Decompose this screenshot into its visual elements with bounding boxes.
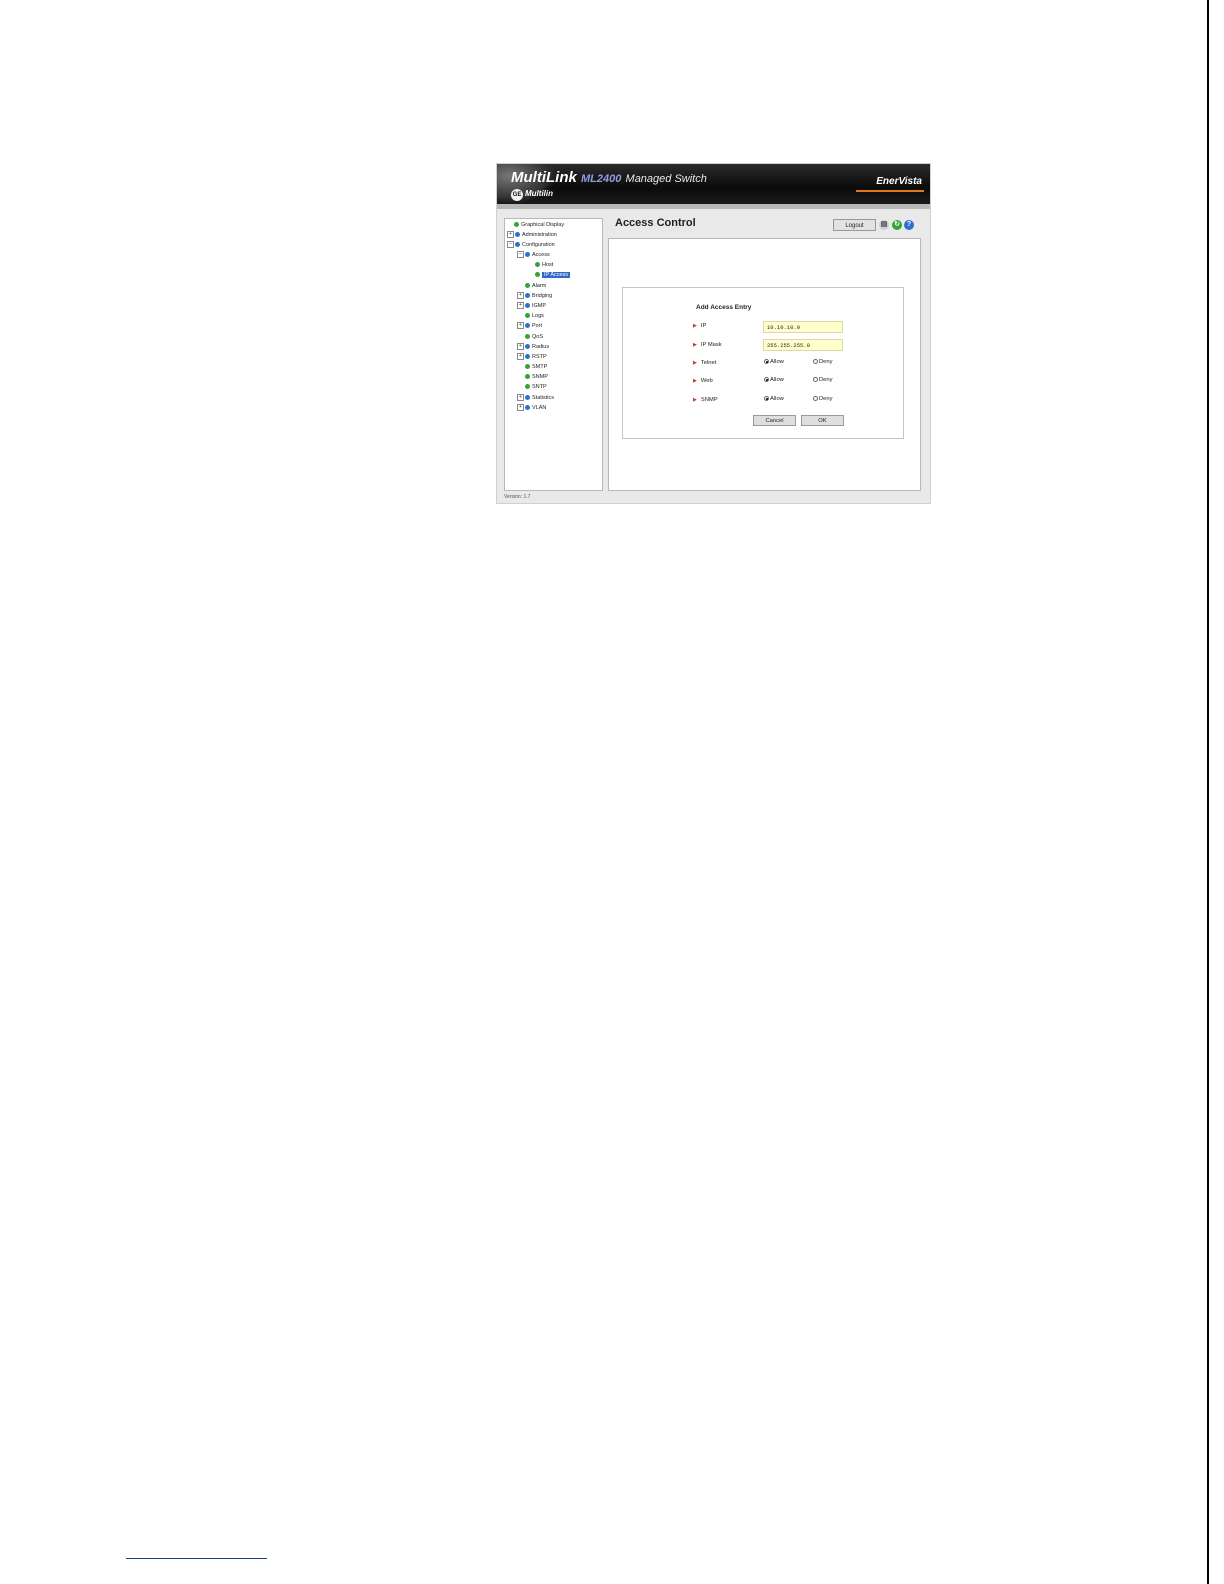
collapse-icon[interactable]: − xyxy=(507,241,514,249)
sidebar-item-host[interactable]: Host xyxy=(535,261,553,270)
sidebar-tree: Graphical Display + Administration − Confi… xyxy=(504,218,603,491)
product-name: Managed Switch xyxy=(625,173,707,185)
leaf-icon xyxy=(514,222,519,228)
product-title: MultiLink ML2400 Managed Switch xyxy=(511,169,707,186)
expand-icon[interactable]: + xyxy=(517,394,524,402)
model-name: ML2400 xyxy=(581,173,622,185)
leaf-icon xyxy=(525,374,530,380)
brand-name: MultiLink xyxy=(511,169,577,186)
sidebar-item-logs[interactable]: Logs xyxy=(525,312,544,321)
print-icon[interactable]: ▤ xyxy=(879,220,889,230)
folder-icon xyxy=(525,252,530,258)
sidebar-item-snmp[interactable]: SNMP xyxy=(525,373,548,382)
expand-icon[interactable]: + xyxy=(517,292,524,300)
sidebar-item-smtp[interactable]: SMTP xyxy=(525,363,547,372)
page-edge-line xyxy=(1207,0,1209,1584)
ok-button[interactable]: OK xyxy=(801,415,844,426)
sidebar-item-radius[interactable]: + Radius xyxy=(517,343,549,352)
telnet-deny-radio[interactable]: Deny xyxy=(813,359,833,365)
sidebar-item-graphical-display[interactable]: Graphical Display xyxy=(514,221,564,230)
expand-icon[interactable]: + xyxy=(517,302,524,310)
refresh-icon[interactable]: ↻ xyxy=(892,220,902,230)
folder-icon xyxy=(525,303,530,309)
sidebar-item-qos[interactable]: QoS xyxy=(525,333,543,342)
sidebar-item-bridging[interactable]: + Bridging xyxy=(517,292,552,301)
collapse-icon[interactable]: − xyxy=(517,251,524,259)
sidebar-item-configuration[interactable]: − Configuration xyxy=(507,241,555,250)
sidebar-item-igmp[interactable]: + IGMP xyxy=(517,302,546,311)
leaf-icon xyxy=(535,262,540,268)
sidebar-item-access[interactable]: − Access xyxy=(517,251,550,260)
ip-label: ▶ IP xyxy=(693,323,707,329)
sidebar-item-alarm[interactable]: Alarm xyxy=(525,282,546,291)
telnet-allow-radio[interactable]: Allow xyxy=(764,359,784,365)
ip-mask-label: ▶ IP Mask xyxy=(693,342,722,348)
help-icon[interactable]: ? xyxy=(904,220,914,230)
expand-icon[interactable]: + xyxy=(517,343,524,351)
leaf-icon xyxy=(525,313,530,319)
ge-logo-icon: GE xyxy=(511,189,523,201)
cancel-button[interactable]: Cancel xyxy=(753,415,796,426)
telnet-label: ▶ Telnet xyxy=(693,360,717,366)
snmp-deny-radio[interactable]: Deny xyxy=(813,396,833,402)
expand-icon[interactable]: + xyxy=(507,231,514,239)
sidebar-item-rstp[interactable]: + RSTP xyxy=(517,353,547,362)
snmp-label: ▶ SNMP xyxy=(693,397,718,403)
enervista-underline xyxy=(856,190,924,192)
web-deny-radio[interactable]: Deny xyxy=(813,377,833,383)
leaf-icon xyxy=(525,334,530,340)
enervista-logo: EnerVista xyxy=(876,176,922,187)
sidebar-item-vlan[interactable]: + VLAN xyxy=(517,404,546,413)
expand-icon[interactable]: + xyxy=(517,353,524,361)
version-label: Version: 1.7 xyxy=(504,494,531,500)
sidebar-item-administration[interactable]: + Administration xyxy=(507,231,557,240)
header-stripe xyxy=(497,204,930,209)
ip-input[interactable]: 10.10.10.0 xyxy=(763,321,843,333)
sidebar-item-statistics[interactable]: + Statistics xyxy=(517,394,554,403)
header-banner: MultiLink ML2400 Managed Switch GE Multi… xyxy=(497,164,930,204)
folder-icon xyxy=(525,395,530,401)
sidebar-item-ip-access[interactable]: IP Access xyxy=(535,271,571,280)
leaf-icon xyxy=(535,272,540,278)
snmp-allow-radio[interactable]: Allow xyxy=(764,396,784,402)
folder-icon xyxy=(525,323,530,329)
folder-icon xyxy=(525,293,530,299)
leaf-icon xyxy=(525,364,530,370)
logout-button[interactable]: Logout xyxy=(833,219,876,231)
folder-icon xyxy=(515,242,520,248)
company-name: Multilin xyxy=(525,189,553,198)
ip-mask-input[interactable]: 255.255.255.0 xyxy=(763,339,843,351)
web-label: ▶ Web xyxy=(693,378,713,384)
sidebar-item-sntp[interactable]: SNTP xyxy=(525,383,547,392)
page-title: Access Control xyxy=(615,217,696,229)
footnote-rule xyxy=(126,1558,267,1559)
sidebar-item-port[interactable]: + Port xyxy=(517,322,542,331)
folder-icon xyxy=(525,405,530,411)
folder-icon xyxy=(515,232,520,238)
form-title: Add Access Entry xyxy=(696,304,752,311)
leaf-icon xyxy=(525,384,530,390)
folder-icon xyxy=(525,344,530,350)
expand-icon[interactable]: + xyxy=(517,322,524,330)
folder-icon xyxy=(525,354,530,360)
web-allow-radio[interactable]: Allow xyxy=(764,377,784,383)
expand-icon[interactable]: + xyxy=(517,404,524,412)
leaf-icon xyxy=(525,283,530,289)
